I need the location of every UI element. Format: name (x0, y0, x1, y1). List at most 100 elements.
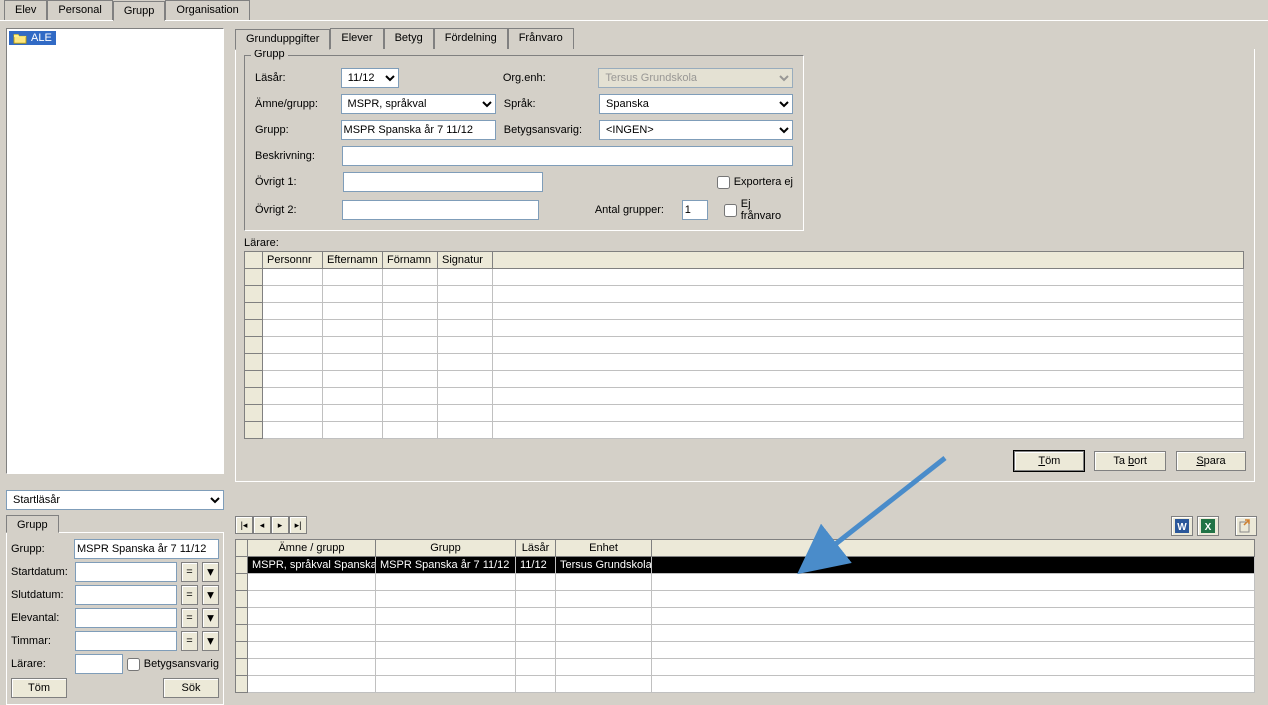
results-grid[interactable]: Ämne / grupp Grupp Läsår Enhet MSPR, spr… (235, 539, 1255, 693)
checkbox-exportera-ej[interactable] (717, 176, 730, 189)
nav-next[interactable]: ▸ (271, 516, 289, 534)
col-reslasar[interactable]: Läsår (516, 540, 556, 557)
larare-row[interactable] (245, 320, 1244, 337)
ll-input-grupp[interactable] (74, 539, 219, 559)
label-sprak: Språk: (504, 98, 591, 110)
tab-elever[interactable]: Elever (330, 28, 383, 49)
nav-prev[interactable]: ◂ (253, 516, 271, 534)
label-amnegrupp: Ämne/grupp: (255, 98, 333, 110)
select-lasar[interactable]: 11/12 (341, 68, 400, 88)
larare-row[interactable] (245, 303, 1244, 320)
ll-input-timmar[interactable] (75, 631, 177, 651)
tab-franvaro[interactable]: Frånvaro (508, 28, 574, 49)
larare-row[interactable] (245, 286, 1244, 303)
label-grupp: Grupp: (255, 124, 333, 136)
ll-dd-startdatum[interactable]: ▾ (202, 562, 219, 582)
tab-grunduppgifter[interactable]: Grunduppgifter (235, 29, 330, 50)
larare-row[interactable] (245, 388, 1244, 405)
col-resgrupp[interactable]: Grupp (376, 540, 516, 557)
ll-op-slutdatum[interactable]: = (181, 585, 198, 605)
ll-cb-label: Betygsansvarig (144, 658, 219, 670)
results-row[interactable] (236, 625, 1255, 642)
larare-row[interactable] (245, 337, 1244, 354)
larare-row[interactable] (245, 354, 1244, 371)
tab-organisation[interactable]: Organisation (165, 0, 249, 20)
col-enhet[interactable]: Enhet (556, 540, 652, 557)
tree-item-ale[interactable]: ALE (9, 31, 56, 45)
ll-cb-betygsansvarig[interactable] (127, 658, 140, 671)
ll-input-larare[interactable] (75, 654, 123, 674)
results-row[interactable] (236, 574, 1255, 591)
larare-row[interactable] (245, 371, 1244, 388)
export-icon[interactable] (1235, 516, 1257, 536)
tabort-button[interactable]: Ta bort (1094, 451, 1166, 471)
larare-row[interactable] (245, 405, 1244, 422)
ll-input-slutdatum[interactable] (75, 585, 177, 605)
ll-label-larare: Lärare: (11, 658, 71, 670)
tom-button[interactable]: Töm (1014, 451, 1084, 471)
col-efternamn[interactable]: Efternamn (323, 252, 383, 269)
lowerleft-tab-grupp[interactable]: Grupp (6, 515, 59, 533)
tree-area[interactable]: ALE (6, 28, 224, 474)
ll-input-elevantal[interactable] (75, 608, 177, 628)
results-row[interactable] (236, 676, 1255, 693)
tab-elev[interactable]: Elev (4, 0, 47, 20)
checkbox-ej-franvaro[interactable] (724, 204, 737, 217)
ll-label-timmar: Timmar: (11, 635, 71, 647)
excel-icon[interactable]: X (1197, 516, 1219, 536)
larare-grid[interactable]: Personnr Efternamn Förnamn Signatur (244, 251, 1244, 439)
col-signatur[interactable]: Signatur (438, 252, 493, 269)
results-row[interactable] (236, 591, 1255, 608)
ll-sok-button[interactable]: Sök (163, 678, 219, 698)
word-icon[interactable]: W (1171, 516, 1193, 536)
label-ej-franvaro: Ej frånvaro (741, 198, 793, 222)
tab-personal[interactable]: Personal (47, 0, 112, 20)
results-row[interactable] (236, 608, 1255, 625)
larare-row[interactable] (245, 422, 1244, 439)
ll-label-elevantal: Elevantal: (11, 612, 71, 624)
input-ovrigt2[interactable] (342, 200, 539, 220)
select-startlasar[interactable]: Startläsår (6, 490, 224, 510)
input-ovrigt1[interactable] (343, 172, 543, 192)
results-row[interactable]: MSPR, språkval Spanska MSPR Spanska år 7… (236, 557, 1255, 574)
results-panel: |◂ ◂ ▸ ▸| W X Ämne / grupp Grupp (235, 516, 1257, 693)
select-betygsansvarig[interactable]: <INGEN> (599, 120, 793, 140)
label-antal-grupper: Antal grupper: (595, 204, 674, 216)
tab-betyg[interactable]: Betyg (384, 28, 434, 49)
cell-enhet: Tersus Grundskola (556, 557, 652, 574)
col-amne-grupp[interactable]: Ämne / grupp (248, 540, 376, 557)
ll-input-startdatum[interactable] (75, 562, 177, 582)
filter-panel: Startläsår Grupp Grupp: Startdatum: = ▾ … (6, 490, 224, 705)
tab-grupp[interactable]: Grupp (113, 1, 166, 21)
ll-op-startdatum[interactable]: = (181, 562, 198, 582)
results-row[interactable] (236, 659, 1255, 676)
spara-button[interactable]: Spara (1176, 451, 1246, 471)
label-lasar: Läsår: (255, 72, 333, 84)
input-grupp[interactable] (341, 120, 496, 140)
ll-op-timmar[interactable]: = (181, 631, 198, 651)
col-personnr[interactable]: Personnr (263, 252, 323, 269)
select-sprak[interactable]: Spanska (599, 94, 793, 114)
results-corner (236, 540, 248, 557)
label-ovrigt1: Övrigt 1: (255, 176, 335, 188)
input-beskrivning[interactable] (342, 146, 793, 166)
nav-first[interactable]: |◂ (235, 516, 253, 534)
ll-label-grupp: Grupp: (11, 543, 70, 555)
grupp-fieldset: Grupp Läsår: 11/12 Org.enh: Tersus Grund… (244, 55, 804, 231)
ll-op-elevantal[interactable]: = (181, 608, 198, 628)
select-amnegrupp[interactable]: MSPR, språkval (341, 94, 496, 114)
ll-dd-timmar[interactable]: ▾ (202, 631, 219, 651)
inner-tabs: Grunduppgifter Elever Betyg Fördelning F… (235, 28, 1255, 49)
ll-dd-slutdatum[interactable]: ▾ (202, 585, 219, 605)
input-antal-grupper[interactable] (682, 200, 708, 220)
nav-last[interactable]: ▸| (289, 516, 307, 534)
larare-corner (245, 252, 263, 269)
tab-fordelning[interactable]: Fördelning (434, 28, 508, 49)
ll-tom-button[interactable]: Töm (11, 678, 67, 698)
col-fornamn[interactable]: Förnamn (383, 252, 438, 269)
tree-item-label: ALE (31, 32, 52, 44)
record-navigator: |◂ ◂ ▸ ▸| (235, 516, 307, 534)
larare-row[interactable] (245, 269, 1244, 286)
ll-dd-elevantal[interactable]: ▾ (202, 608, 219, 628)
results-row[interactable] (236, 642, 1255, 659)
